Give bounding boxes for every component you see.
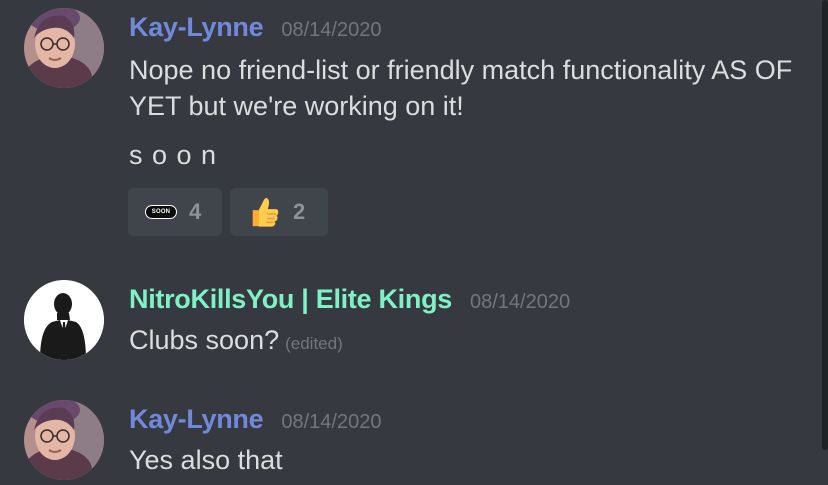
user-photo-avatar-icon	[24, 8, 104, 88]
scrollbar[interactable]	[822, 0, 828, 450]
username[interactable]: NitroKillsYou | Elite Kings	[129, 284, 452, 315]
thumbs-up-icon	[252, 198, 279, 227]
reaction-soon[interactable]: SOON 4	[128, 188, 222, 236]
timestamp: 08/14/2020	[281, 19, 382, 41]
edited-label: (edited)	[285, 334, 343, 353]
reaction-count: 4	[189, 199, 202, 224]
reaction-thumbs-up[interactable]: 2	[230, 188, 328, 236]
message-text: Clubs soon?	[129, 325, 280, 355]
message-text: s o o n	[129, 140, 218, 170]
timestamp: 08/14/2020	[281, 411, 382, 433]
username[interactable]: Kay-Lynne	[129, 404, 264, 435]
chat-messages: Kay-Lynne 08/14/2020 Nope no friend-list…	[0, 0, 828, 485]
reactions: SOON 4 2	[128, 188, 328, 236]
avatar[interactable]	[24, 280, 104, 360]
businessman-silhouette-avatar-icon	[24, 280, 104, 360]
soon-emoji-icon: SOON	[145, 205, 177, 219]
message-text: Yes also that	[129, 445, 283, 475]
message-text-row: Clubs soon? (edited)	[129, 322, 809, 362]
avatar[interactable]	[24, 8, 104, 88]
user-photo-avatar-icon	[24, 400, 104, 480]
message-text: Nope no friend-list or friendly match fu…	[129, 55, 793, 121]
username[interactable]: Kay-Lynne	[129, 12, 264, 43]
reaction-count: 2	[293, 199, 306, 224]
timestamp: 08/14/2020	[469, 291, 571, 313]
avatar[interactable]	[24, 400, 104, 480]
